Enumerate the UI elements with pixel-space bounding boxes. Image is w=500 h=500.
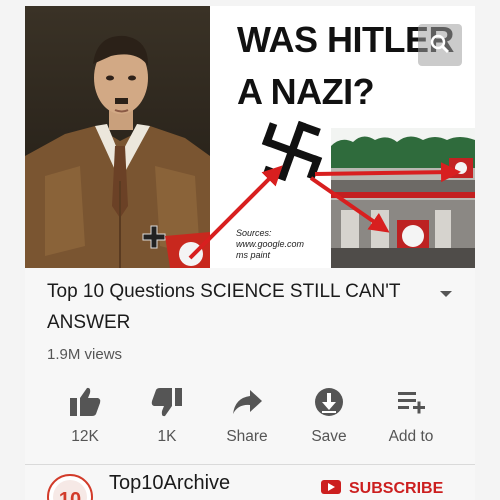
sources-line: Sources: (236, 228, 272, 238)
save-label: Save (311, 428, 347, 445)
subscribe-label: SUBSCRIBE (349, 480, 444, 497)
add-to-playlist-icon (398, 392, 425, 414)
add-to-label: Add to (388, 428, 434, 445)
divider (25, 464, 475, 465)
sources-caption: Sources: www.google.com ms paint (236, 228, 304, 261)
youtube-icon (321, 480, 341, 494)
save-icon (315, 388, 343, 416)
rally-photo (331, 128, 475, 268)
sources-line: www.google.com (236, 239, 305, 249)
avatar-text: 10 (59, 489, 81, 500)
like-button[interactable]: 12K (45, 384, 125, 450)
like-count: 12K (71, 428, 99, 445)
share-icon (233, 390, 262, 414)
dislike-icon (151, 388, 182, 417)
chevron-down-icon[interactable] (439, 289, 453, 299)
video-screen: WAS HITLER A NAZI? Sources: www.google.c… (25, 6, 475, 500)
dislike-button[interactable]: 1K (127, 384, 207, 450)
zoom-icon (430, 34, 450, 54)
like-icon (70, 387, 101, 416)
share-button[interactable]: Share (207, 384, 287, 450)
share-label: Share (226, 428, 268, 445)
video-title: Top 10 Questions SCIENCE STILL CAN'T ANS… (47, 281, 401, 333)
action-bar: 12K 1K Share Save Add to (25, 384, 475, 454)
channel-name[interactable]: Top10Archive (109, 472, 230, 495)
headline-line-2: A NAZI? (237, 71, 375, 112)
channel-avatar[interactable]: 10 (47, 474, 93, 500)
swastika-icon (261, 120, 323, 182)
view-count: 1.9M views (47, 346, 123, 363)
portrait-painting (25, 6, 210, 268)
sources-line: ms paint (236, 250, 271, 260)
add-to-button[interactable]: Add to (371, 384, 451, 450)
subscribe-button[interactable]: SUBSCRIBE (321, 480, 443, 500)
dislike-count: 1K (157, 428, 177, 445)
video-thumbnail[interactable]: WAS HITLER A NAZI? Sources: www.google.c… (25, 6, 475, 268)
zoom-button[interactable] (418, 24, 462, 66)
save-button[interactable]: Save (289, 384, 369, 450)
